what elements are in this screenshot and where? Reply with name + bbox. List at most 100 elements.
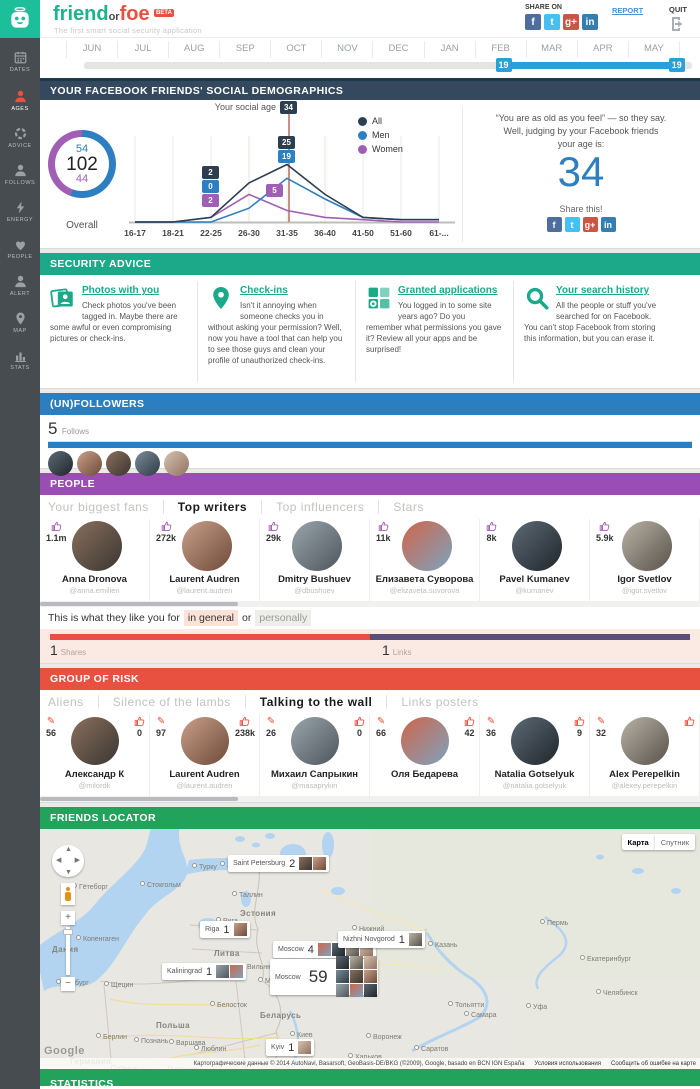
month-label[interactable]: SEP bbox=[220, 41, 271, 58]
person-card[interactable]: 29k Dmitry Bushuev @dbushuev bbox=[260, 519, 370, 601]
avatar[interactable] bbox=[182, 521, 232, 571]
friend-location-marker[interactable]: Moscow 59 bbox=[270, 959, 378, 995]
month-label[interactable]: DEC bbox=[373, 41, 424, 58]
person-card[interactable]: 1.1m Anna Dronova @anna.emilien bbox=[40, 519, 150, 601]
facebook-icon[interactable]: f bbox=[525, 14, 541, 30]
sidebar-item-people[interactable]: PEOPLE bbox=[0, 230, 40, 267]
person-card[interactable]: 11k Елизавета Суворова @elizaveta.suvoro… bbox=[370, 519, 480, 601]
report-link[interactable]: REPORT bbox=[612, 6, 643, 15]
sidebar-item-map[interactable]: MAP bbox=[0, 304, 40, 341]
terms-link[interactable]: Условия использования bbox=[534, 1061, 601, 1067]
avatar[interactable] bbox=[622, 521, 672, 571]
friend-location-marker[interactable]: Kaliningrad 1 bbox=[162, 963, 246, 980]
brand-logo[interactable]: friendorfoe BETA bbox=[53, 3, 174, 26]
linkedin-icon[interactable]: in bbox=[601, 217, 616, 232]
follower-avatar[interactable] bbox=[135, 451, 160, 476]
map-type-satellite-button[interactable]: Спутник bbox=[655, 834, 695, 850]
follower-avatar[interactable] bbox=[48, 451, 73, 476]
month-label[interactable]: OCT bbox=[271, 41, 322, 58]
month-label[interactable]: FEB bbox=[476, 41, 527, 58]
month-label[interactable]: JUL bbox=[118, 41, 169, 58]
person-card[interactable]: 272k Laurent Audren @laurent.audren bbox=[150, 519, 260, 601]
quit-button[interactable]: QUIT bbox=[669, 5, 687, 14]
risk-tab[interactable]: Silence of the lambs bbox=[98, 695, 245, 709]
friends-locator-map[interactable]: ТуркуХельсинкиСтокгольмТаллинЭстонияРига… bbox=[40, 829, 700, 1069]
people-scrollbar[interactable] bbox=[40, 601, 700, 607]
personally-toggle[interactable]: personally bbox=[255, 610, 311, 626]
google-plus-icon[interactable]: g+ bbox=[563, 14, 579, 30]
risk-person-card[interactable]: ✎ 97 238k Laurent Audren @laurent.audren bbox=[150, 714, 260, 796]
statistics-title: STATISTICS bbox=[50, 1078, 700, 1086]
risk-tab[interactable]: Aliens bbox=[48, 695, 98, 709]
zoom-slider-thumb[interactable] bbox=[63, 929, 73, 935]
in-general-toggle[interactable]: in general bbox=[184, 610, 238, 626]
sidebar-item-advice[interactable]: ADVICE bbox=[0, 119, 40, 156]
friend-location-marker[interactable]: Kyiv 1 bbox=[266, 1039, 314, 1056]
people-tab[interactable]: Stars bbox=[378, 500, 438, 514]
sidebar-item-dates[interactable]: DATES bbox=[0, 40, 40, 82]
range-end-handle[interactable]: 19 bbox=[669, 58, 685, 72]
sidebar-item-ages[interactable]: AGES bbox=[0, 82, 40, 119]
map-pan-control[interactable]: ▲▼◀▶ bbox=[52, 845, 84, 877]
google-plus-icon[interactable]: g+ bbox=[583, 217, 598, 232]
risk-tab[interactable]: Talking to the wall bbox=[245, 695, 387, 709]
follower-avatar[interactable] bbox=[106, 451, 131, 476]
person-card[interactable]: 8k Pavel Kumanev @kumanev bbox=[480, 519, 590, 601]
person-card[interactable]: 5.9k Igor Svetlov @igor.svetlov bbox=[590, 519, 700, 601]
follower-avatar[interactable] bbox=[164, 451, 189, 476]
timeline-selected-range[interactable] bbox=[504, 62, 677, 69]
zoom-slider[interactable] bbox=[66, 927, 70, 975]
sidebar-item-alert[interactable]: ALERT bbox=[0, 267, 40, 304]
risk-person-card[interactable]: ✎ 66 42 Оля Бедарева bbox=[370, 714, 480, 796]
risk-person-card[interactable]: ✎ 36 9 Natalia Gotselyuk @natalia.gotsel… bbox=[480, 714, 590, 796]
risk-person-card[interactable]: ✎ 26 0 Михаил Сапрыкин @masaprykin bbox=[260, 714, 370, 796]
avatar[interactable] bbox=[291, 717, 339, 765]
range-start-handle[interactable]: 19 bbox=[496, 58, 512, 72]
facebook-icon[interactable]: f bbox=[547, 217, 562, 232]
avatar[interactable] bbox=[71, 717, 119, 765]
timeline-slider-track[interactable]: 19 19 bbox=[84, 62, 692, 69]
follower-avatar[interactable] bbox=[77, 451, 102, 476]
risk-person-card[interactable]: ✎ 32 Alex Perepelkin @alexey.perepelkin bbox=[590, 714, 700, 796]
people-tab[interactable]: Top influencers bbox=[261, 500, 378, 514]
avatar[interactable] bbox=[402, 521, 452, 571]
people-tab[interactable]: Top writers bbox=[163, 500, 261, 514]
avatar[interactable] bbox=[511, 717, 559, 765]
month-label[interactable]: MAY bbox=[629, 41, 680, 58]
avatar[interactable] bbox=[621, 717, 669, 765]
risk-person-card[interactable]: ✎ 56 0 Александр К @milordk bbox=[40, 714, 150, 796]
twitter-icon[interactable]: t bbox=[544, 14, 560, 30]
risk-tab[interactable]: Links posters bbox=[386, 695, 492, 709]
friend-location-marker[interactable]: Saint Petersburg 2 bbox=[228, 855, 329, 872]
exit-icon[interactable] bbox=[668, 14, 688, 34]
month-label[interactable]: APR bbox=[578, 41, 629, 58]
map-type-map-button[interactable]: Карта bbox=[622, 834, 655, 850]
sidebar-item-stats[interactable]: STATS bbox=[0, 341, 40, 378]
friend-location-marker[interactable]: Nizhni Novgorod 1 bbox=[338, 931, 425, 948]
avatar[interactable] bbox=[292, 521, 342, 571]
risk-scrollbar[interactable] bbox=[40, 796, 700, 802]
avatar[interactable] bbox=[181, 717, 229, 765]
twitter-icon[interactable]: t bbox=[565, 217, 580, 232]
sidebar-item-energy[interactable]: ENERGY bbox=[0, 193, 40, 230]
report-map-error-link[interactable]: Сообщить об ошибке на карте bbox=[611, 1061, 696, 1067]
month-label[interactable]: JUN bbox=[66, 41, 118, 58]
avatar[interactable] bbox=[401, 717, 449, 765]
people-tab[interactable]: Your biggest fans bbox=[48, 500, 163, 514]
app-logo[interactable] bbox=[0, 0, 40, 38]
friend-location-marker[interactable]: Riga 1 bbox=[200, 921, 250, 938]
street-view-pegman[interactable] bbox=[61, 883, 75, 905]
month-label[interactable]: AUG bbox=[169, 41, 220, 58]
zoom-in-button[interactable]: + bbox=[61, 911, 75, 925]
map-city-label: Челябинск bbox=[596, 989, 638, 997]
sidebar-item-follows[interactable]: FOLLOWS bbox=[0, 156, 40, 193]
linkedin-icon[interactable]: in bbox=[582, 14, 598, 30]
month-label[interactable]: NOV bbox=[322, 41, 373, 58]
avatar[interactable] bbox=[512, 521, 562, 571]
scrollbar-thumb[interactable] bbox=[40, 797, 238, 801]
month-label[interactable]: JAN bbox=[425, 41, 476, 58]
scrollbar-thumb[interactable] bbox=[40, 602, 238, 606]
zoom-out-button[interactable]: − bbox=[61, 977, 75, 991]
month-label[interactable]: MAR bbox=[527, 41, 578, 58]
avatar[interactable] bbox=[72, 521, 122, 571]
